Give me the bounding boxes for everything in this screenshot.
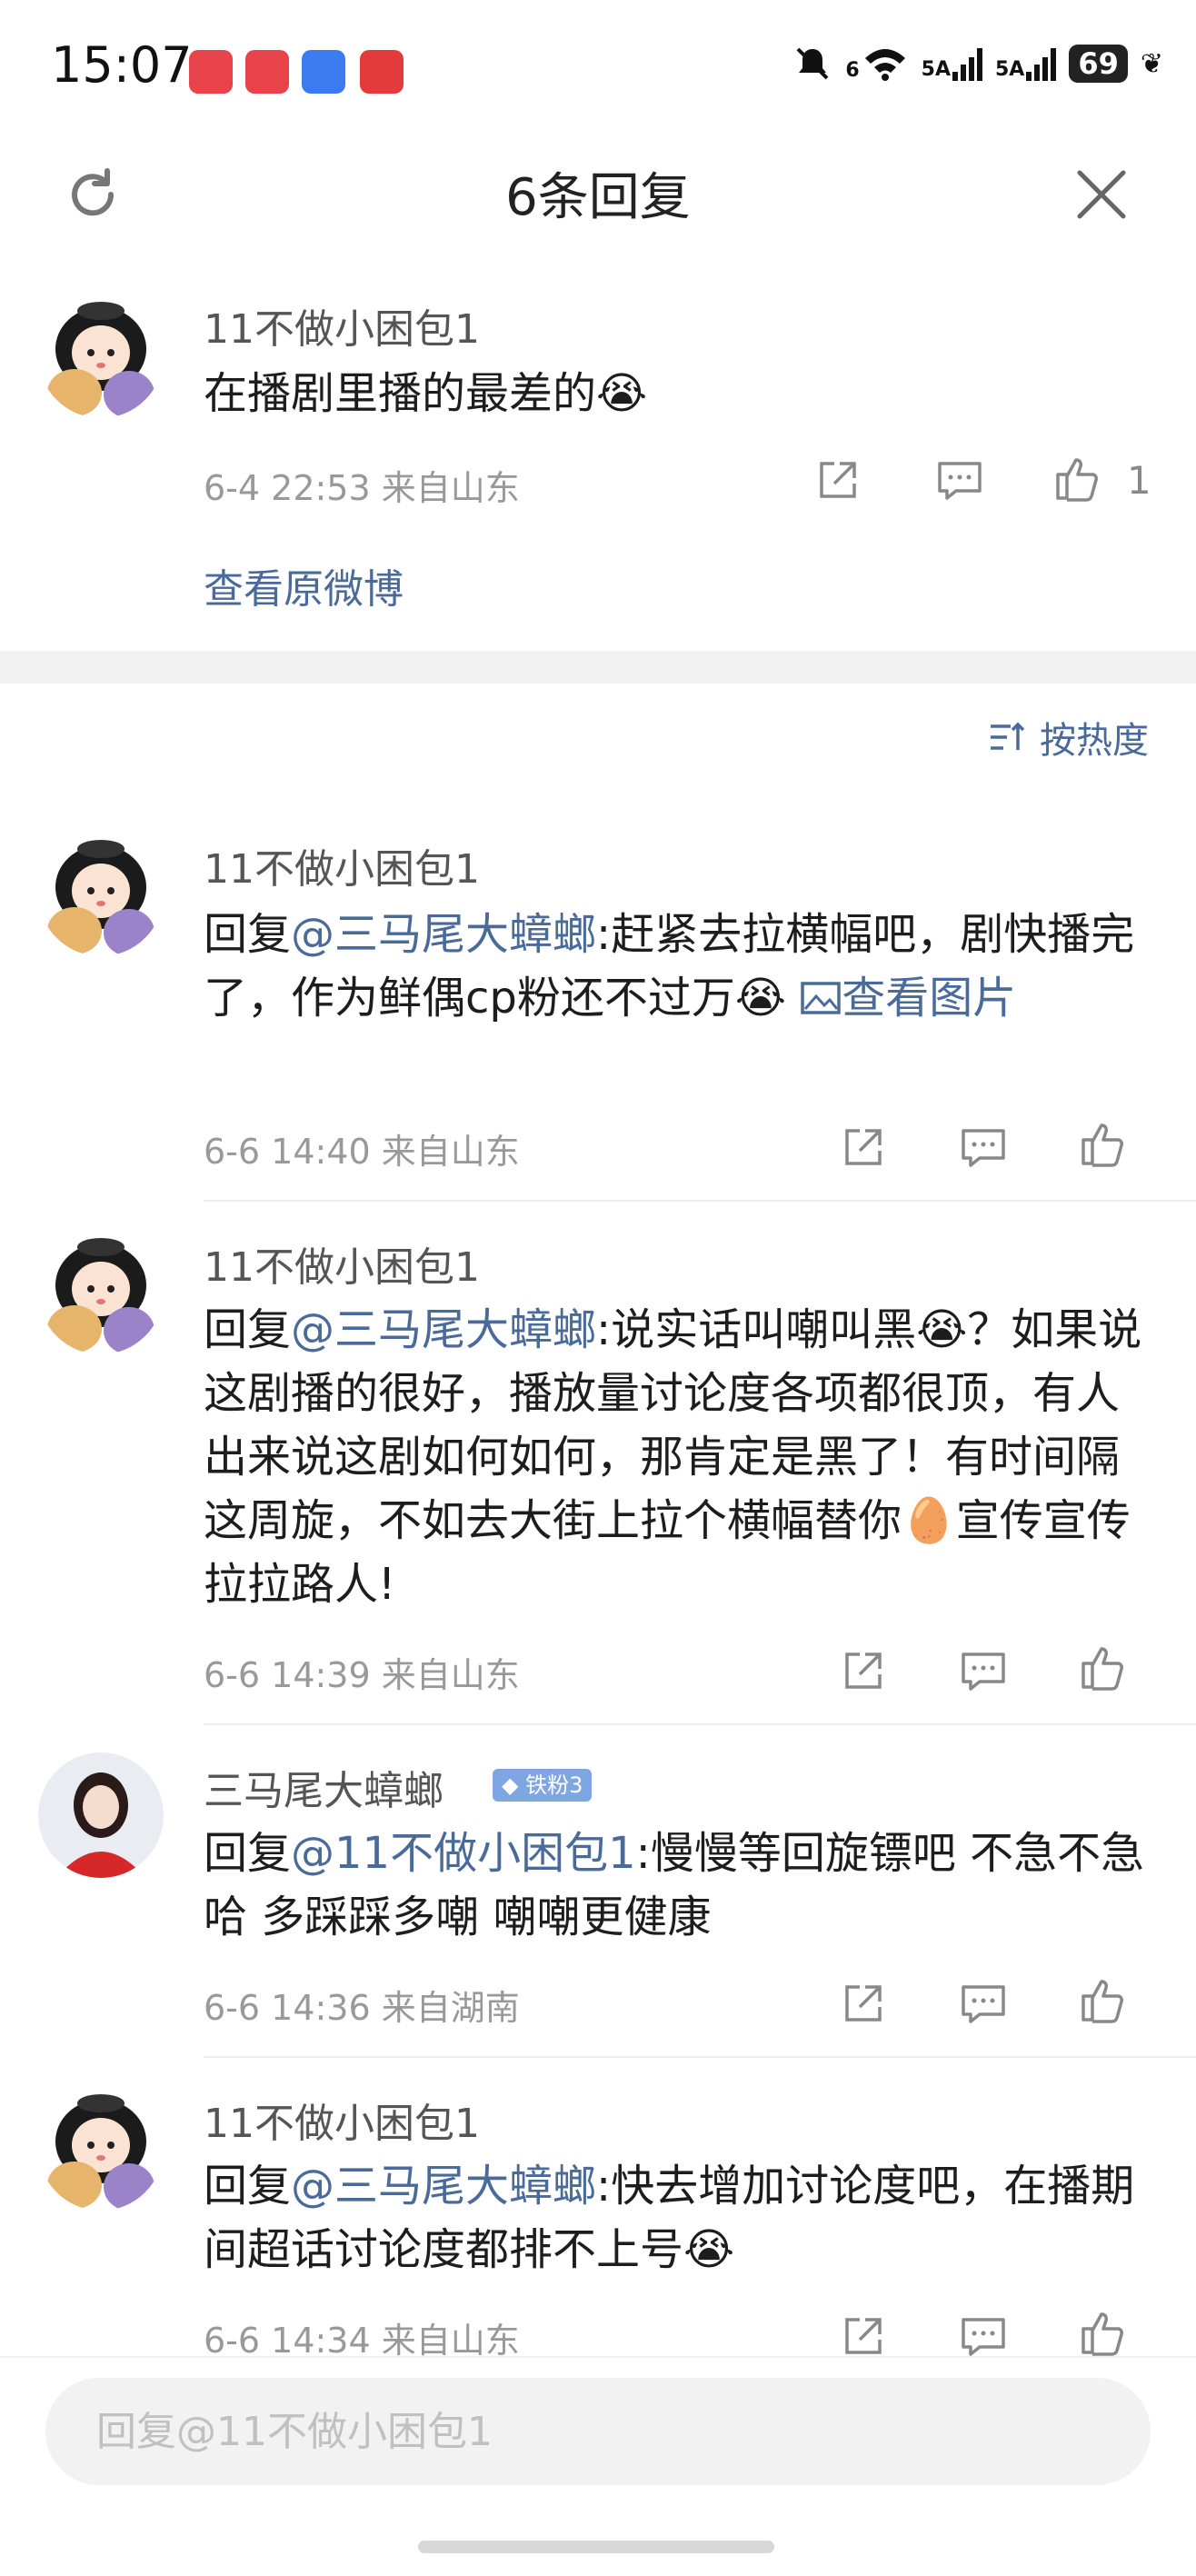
- section-divider: [0, 651, 1196, 684]
- comment-meta: 6-4 22:53 来自山东: [204, 468, 520, 508]
- reply-prefix: 回复: [204, 909, 292, 960]
- fan-badge-label: 铁粉3: [525, 1772, 583, 1798]
- close-icon[interactable]: [1072, 165, 1131, 224]
- reply-divider: [204, 1723, 1196, 1725]
- image-icon: [801, 982, 841, 1014]
- sort-button[interactable]: 按热度: [989, 711, 1149, 764]
- reply-prefix: 回复: [204, 1304, 292, 1355]
- like-icon[interactable]: [1080, 1976, 1127, 2023]
- share-icon[interactable]: [840, 2312, 887, 2360]
- reply-input-container[interactable]: [45, 2378, 1151, 2485]
- view-image-link[interactable]: 查看图片: [800, 973, 1016, 1023]
- diamond-icon: ◆: [502, 1772, 519, 1798]
- reply-text: 回复@11不做小困包1:慢慢等回旋镖吧 不急不急哈 多踩踩多嘲 嘲嘲更健康: [204, 1822, 1149, 1949]
- reply-meta: 6-6 14:40 来自山东: [204, 1132, 520, 1172]
- page-title: 6条回复: [505, 168, 691, 227]
- reply-text: 回复@三马尾大蟑螂:赶紧去拉横幅吧，剧快播完了，作为鲜偶cp粉还不过万😭 查看图…: [204, 903, 1149, 1030]
- battery-icon: 69: [1069, 45, 1128, 83]
- signal-1-icon: 5A: [922, 46, 982, 81]
- avatar[interactable]: [38, 1752, 164, 1878]
- share-icon[interactable]: [840, 1980, 887, 2027]
- book-app-icon: [189, 50, 233, 94]
- avatar[interactable]: [38, 831, 164, 956]
- reply-prefix: 回复: [204, 2161, 292, 2212]
- missed-call-icon: [245, 50, 289, 94]
- status-time: 15:07: [51, 36, 193, 94]
- home-indicator[interactable]: [418, 2541, 774, 2553]
- xiaohongshu-app-icon: [360, 50, 404, 94]
- share-icon[interactable]: [814, 456, 862, 504]
- like-icon[interactable]: [1054, 454, 1101, 502]
- comment-icon[interactable]: [936, 456, 983, 504]
- mute-bell-icon: [796, 47, 829, 80]
- reply-prefix: 回复: [204, 1828, 292, 1879]
- username[interactable]: 11不做小困包1: [204, 1234, 480, 1293]
- comment-icon[interactable]: [960, 1123, 1007, 1171]
- like-icon[interactable]: [1080, 1643, 1127, 1691]
- reply-meta: 6-6 14:36 来自湖南: [204, 1988, 520, 2028]
- reply-meta: 6-6 14:39 来自山东: [204, 1655, 520, 1695]
- username[interactable]: 11不做小困包1: [204, 296, 480, 354]
- fan-badge[interactable]: ◆ 铁粉3: [493, 1767, 593, 1802]
- username[interactable]: 三马尾大蟑螂: [204, 1758, 444, 1816]
- mention-link[interactable]: @11不做小困包1: [291, 1828, 636, 1879]
- share-icon[interactable]: [840, 1123, 887, 1171]
- avatar[interactable]: [38, 293, 164, 418]
- username[interactable]: 11不做小困包1: [204, 836, 480, 894]
- mention-link[interactable]: @三马尾大蟑螂: [291, 1304, 596, 1355]
- comment-icon[interactable]: [960, 2312, 1007, 2360]
- mention-link[interactable]: @三马尾大蟑螂: [291, 909, 596, 960]
- reply-divider: [204, 1200, 1196, 1202]
- like-icon[interactable]: [1080, 2309, 1127, 2356]
- voice-app-icon: [302, 50, 345, 94]
- comment-text: 在播剧里播的最差的😭: [204, 368, 648, 419]
- signal-2-icon: 5A: [995, 46, 1057, 81]
- like-icon[interactable]: [1080, 1120, 1127, 1167]
- reply-divider: [204, 2056, 1196, 2058]
- share-icon[interactable]: [840, 1647, 887, 1694]
- comment-icon[interactable]: [960, 1647, 1007, 1694]
- reply-input[interactable]: [45, 2378, 1151, 2485]
- comment-icon[interactable]: [960, 1980, 1007, 2027]
- avatar[interactable]: [38, 2085, 164, 2211]
- mention-link[interactable]: @三马尾大蟑螂: [291, 2161, 596, 2212]
- wifi-icon: 6: [845, 45, 908, 82]
- eco-leaf-icon: ❦: [1140, 47, 1163, 80]
- reply-meta: 6-6 14:34 来自山东: [204, 2321, 520, 2361]
- reply-text: 回复@三马尾大蟑螂:快去增加讨论度吧，在播期间超话讨论度都排不上号😭: [204, 2154, 1149, 2281]
- sort-icon: [991, 722, 1025, 750]
- reply-text: 回复@三马尾大蟑螂:说实话叫嘲叫黑😭？如果说这剧播的很好，播放量讨论度各项都很顶…: [204, 1298, 1149, 1616]
- status-indicators: 6 5A 5A 69 ❦: [792, 44, 1163, 84]
- sort-label: 按热度: [1040, 720, 1149, 762]
- view-original-link[interactable]: 查看原微博: [204, 556, 404, 614]
- avatar[interactable]: [38, 1229, 164, 1354]
- username[interactable]: 11不做小困包1: [204, 2091, 480, 2149]
- like-count: 1: [1127, 458, 1151, 503]
